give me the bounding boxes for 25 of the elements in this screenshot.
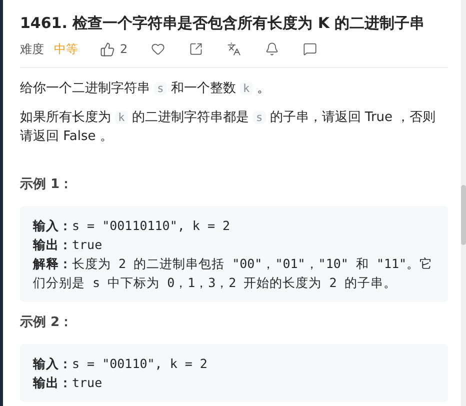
share-button[interactable] [188,41,204,57]
heart-button[interactable] [150,41,166,57]
example-line: 输入：s = "00110", k = 2 [33,355,208,373]
scrollbar-thumb[interactable] [461,185,466,245]
heart-icon [150,42,165,56]
difficulty-value: 中等 [54,41,78,58]
example-heading: 示例 2： [20,314,74,332]
bell-icon [264,42,279,56]
bell-button[interactable] [264,41,280,57]
translate-icon [226,42,241,56]
example-heading: 示例 1： [20,176,74,194]
description-paragraph: 如果所有长度为 k 的二进制字符串都是 s 的子串，请返回 True ，否则请返回 False 。 [20,109,437,146]
example-line: 输出：true [33,236,104,254]
example-line: 输出：true [33,374,104,392]
translate-button[interactable] [226,41,242,57]
like-button[interactable]: 2 [100,40,128,58]
problem-title: 1461. 检查一个字符串是否包含所有长度为 K 的二进制子串 [20,13,426,33]
difficulty-label: 难度 [20,41,44,58]
share-icon [188,42,203,56]
thumbs-up-icon [100,42,115,56]
example-line: 输入：s = "00110110", k = 2 [33,217,232,235]
example-line: 解释：长度为 2 的二进制串包括 "00"，"01"，"10" 和 "11"。它们分别是 s 中下标为 0，1，3，2 开始的长度为 2 的子串。 [33,255,434,292]
feedback-button[interactable] [302,41,318,57]
description-paragraph: 给你一个二进制字符串 s 和一个整数 k 。 [20,80,271,98]
feedback-icon [302,42,317,56]
